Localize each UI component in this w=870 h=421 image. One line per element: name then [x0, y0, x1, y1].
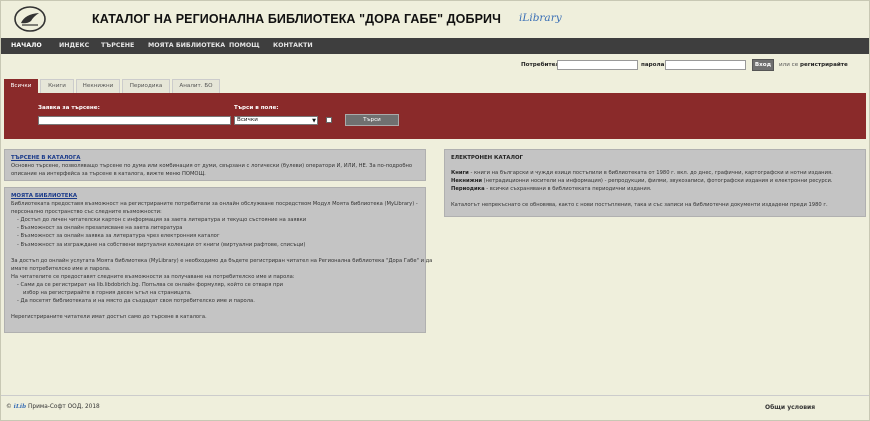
mylib-blank — [11, 249, 419, 257]
ecat-books-label: Книги — [451, 170, 469, 177]
mylib-line: избор на регистрирайте в горния десен ъг… — [23, 290, 192, 297]
option-checkbox[interactable] — [326, 117, 332, 123]
tab-all[interactable]: Всички — [4, 79, 38, 93]
panel-search-heading[interactable]: ТЪРСЕНЕ В КАТАЛОГА — [11, 154, 419, 162]
copyright: © iLib Прима-Софт ООД, 2018 — [6, 404, 100, 410]
or-text: или се — [779, 62, 799, 68]
tab-nonbook[interactable]: Некнижни — [76, 79, 120, 93]
password-input[interactable] — [665, 60, 746, 70]
chevron-down-icon: ▼ — [312, 118, 316, 124]
tab-periodicals[interactable]: Периодика — [122, 79, 170, 93]
main-nav: НАЧАЛО ИНДЕКС ТЪРСЕНЕ МОЯТА БИБЛИОТЕКА П… — [1, 38, 869, 54]
nav-item-contacts[interactable]: КОНТАКТИ — [273, 42, 313, 49]
nav-item-index[interactable]: ИНДЕКС — [59, 42, 89, 49]
mylib-blank — [11, 305, 419, 313]
panel-search-line: Основно търсене, позволяващо търсене по … — [11, 163, 413, 170]
panel-electronic-catalog: ЕЛЕКТРОНЕН КАТАЛОГ Книги - книги на бълг… — [444, 149, 866, 217]
ecat-periodic-text: - всички съхранявани в библиотеката пери… — [484, 186, 652, 193]
ecat-note: Каталогът непрекъснато се обновява, какт… — [451, 202, 828, 209]
page-title: КАТАЛОГ НА РЕГИОНАЛНА БИБЛИОТЕКА "ДОРА Г… — [92, 12, 501, 26]
mylib-line: - Достъп до личен читателски картон с ин… — [17, 217, 307, 224]
mylib-line: Библиотеката предоставя възможност на ре… — [11, 201, 418, 208]
tab-books[interactable]: Книги — [40, 79, 74, 93]
mylib-line: За достъп до онлайн услугата Моята библи… — [11, 257, 433, 264]
ecat-nonbook-label: Некнижни — [451, 178, 482, 185]
ecat-books-text: - книги на български и чужди езици постъ… — [468, 170, 833, 177]
terms-link[interactable]: Общи условия — [765, 404, 815, 411]
login-button[interactable]: Вход — [752, 59, 774, 71]
login-bar: Потребител: парола: Вход или се регистри… — [0, 59, 870, 71]
nav-item-search[interactable]: ТЪРСЕНЕ — [101, 42, 134, 49]
search-button[interactable]: Търси — [345, 114, 399, 126]
user-label: Потребител: — [521, 62, 562, 68]
ecat-nonbook-text: (нетрадиционни носители на информация) -… — [481, 178, 833, 185]
tab-analytical[interactable]: Аналит. БО — [172, 79, 220, 93]
ilib-brand[interactable]: iLib — [14, 404, 27, 410]
field-select[interactable]: Всички ▼ — [234, 116, 318, 125]
search-form: Заявка за търсене: Търси в поле: Всички … — [4, 93, 866, 139]
ecat-books-line: Книги - книги на български и чужди езици… — [451, 169, 859, 177]
footer: © iLib Прима-Софт ООД, 2018 Общи условия — [1, 395, 869, 420]
mylib-line: - Сами да се регистрират на lib.libdobri… — [17, 281, 284, 288]
nav-item-help[interactable]: ПОМОЩ — [229, 42, 260, 49]
ecat-nonbook-line: Некнижни (нетрадиционни носители на инфо… — [451, 177, 859, 185]
field-label: Търси в поле: — [234, 105, 279, 111]
mylib-line: - Възможност за онлайн презаписване на з… — [17, 225, 183, 232]
company-name: Прима-Софт ООД, 2018 — [28, 404, 100, 410]
register-link[interactable]: регистрирайте — [800, 62, 848, 68]
mylib-line: - Да посетят библиотеката и на място да … — [17, 298, 255, 305]
register-prompt: или се регистрирайте — [779, 62, 848, 68]
copyright-symbol: © — [6, 404, 12, 410]
mylib-line: персонално пространство със следните въз… — [11, 209, 162, 216]
username-input[interactable] — [557, 60, 638, 70]
password-label: парола: — [641, 62, 667, 68]
field-select-value: Всички — [237, 117, 258, 123]
nav-item-my-library[interactable]: МОЯТА БИБЛИОТЕКА — [148, 42, 225, 49]
header: КАТАЛОГ НА РЕГИОНАЛНА БИБЛИОТЕКА "ДОРА Г… — [1, 1, 869, 37]
search-input[interactable] — [38, 116, 231, 125]
panel-my-library-heading[interactable]: МОЯТА БИБЛИОТЕКА — [11, 192, 419, 200]
mylib-line: - Възможност за онлайн заявка за литерат… — [17, 233, 220, 240]
mylib-line: имате потребителско име и парола. — [11, 265, 111, 272]
panel-search-catalog: ТЪРСЕНЕ В КАТАЛОГА Основно търсене, позв… — [4, 149, 426, 181]
ecat-periodic-line: Периодика - всички съхранявани в библиот… — [451, 185, 859, 193]
panel-my-library: МОЯТА БИБЛИОТЕКА Библиотеката предоставя… — [4, 187, 433, 333]
ilibrary-brand: iLibrary — [519, 12, 562, 24]
library-logo-icon[interactable] — [13, 5, 47, 33]
mylib-line: На читателите се предоставят следните въ… — [11, 273, 295, 280]
mylib-line: - Възможност за изграждане на собствени … — [17, 241, 306, 248]
query-label: Заявка за търсене: — [38, 105, 100, 111]
panel-ecat-heading: ЕЛЕКТРОНЕН КАТАЛОГ — [451, 155, 523, 161]
panel-search-line: описание на интерфейса за търсене в ката… — [11, 171, 206, 178]
nav-item-home[interactable]: НАЧАЛО — [11, 42, 42, 49]
mylib-line: Нерегистрираните читатели имат достъп са… — [11, 314, 207, 321]
ecat-periodic-label: Периодика — [451, 186, 485, 193]
